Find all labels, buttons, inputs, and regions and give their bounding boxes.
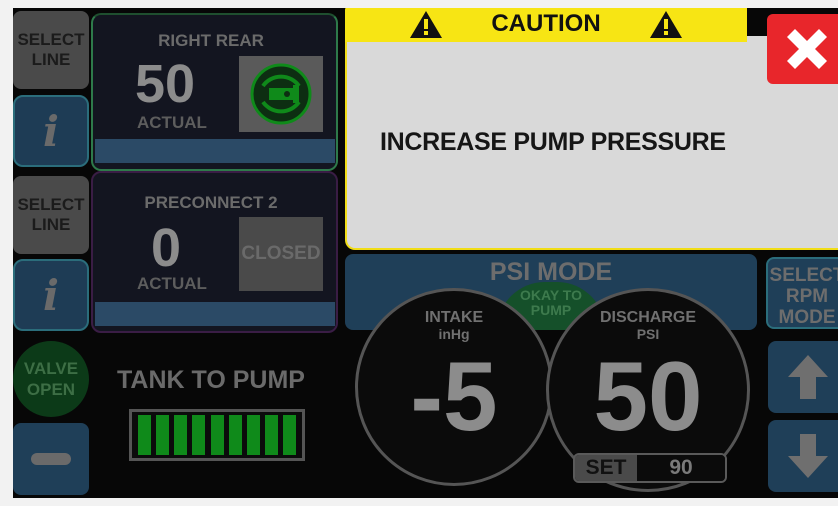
warning-icon — [649, 11, 682, 38]
tank-level-segment — [174, 415, 188, 455]
close-icon — [787, 29, 827, 69]
minus-button[interactable] — [13, 423, 89, 495]
line-flow-bar — [95, 302, 335, 326]
intake-gauge: INTAKE inHg -5 — [355, 288, 553, 486]
pump-screen: SELECT LINE i RIGHT REAR 50 ACTUAL SELEC… — [13, 8, 838, 498]
select-rpm-mode-button[interactable]: SELECT RPM MODE — [766, 257, 838, 329]
info-button-2[interactable]: i — [13, 259, 89, 331]
discharge-gauge: DISCHARGE PSI 50 SET 90 — [546, 288, 750, 492]
discharge-value: 50 — [593, 341, 703, 451]
caution-body: INCREASE PUMP PRESSURE — [345, 36, 838, 250]
caution-title: CAUTION — [491, 10, 601, 37]
arrow-down-icon — [788, 434, 828, 478]
intake-value: -5 — [410, 341, 498, 451]
caution-header: CAUTION — [345, 8, 747, 42]
tank-level-segment — [283, 415, 296, 455]
tank-title: TANK TO PUMP — [117, 366, 305, 394]
line-name: RIGHT REAR — [158, 31, 264, 50]
tank-level-segment — [210, 415, 224, 455]
arrow-up-icon — [788, 355, 828, 399]
set-value: 90 — [637, 455, 725, 481]
tank-level-segment — [264, 415, 278, 455]
valve-status: CLOSED — [239, 217, 323, 291]
decrease-button[interactable] — [768, 420, 838, 492]
caution-dialog: INCREASE PUMP PRESSURE CAUTION — [345, 8, 838, 250]
caution-message: INCREASE PUMP PRESSURE — [380, 128, 726, 156]
info-button-1[interactable]: i — [13, 95, 89, 167]
tank-level-segment — [192, 415, 206, 455]
line-actual-label: ACTUAL — [137, 274, 207, 293]
increase-button[interactable] — [768, 341, 838, 413]
warning-icon — [410, 11, 443, 38]
valve-open-button[interactable]: VALVE OPEN — [13, 341, 89, 417]
close-button[interactable] — [767, 14, 838, 84]
set-pressure[interactable]: SET 90 — [573, 453, 727, 483]
line-actual-value: 0 — [151, 218, 182, 278]
tank-level-segment — [228, 415, 242, 455]
line-flow-bar — [95, 139, 335, 163]
line-actual-label: ACTUAL — [137, 113, 207, 132]
set-label: SET — [575, 455, 637, 481]
tank-level-segment — [156, 415, 170, 455]
select-line-button-2[interactable]: SELECT LINE — [13, 176, 89, 254]
minus-icon — [31, 453, 71, 465]
select-line-button-1[interactable]: SELECT LINE — [13, 11, 89, 89]
discharge-label: DISCHARGE — [599, 309, 696, 326]
line-actual-value: 50 — [135, 54, 196, 114]
line-card-preconnect-2[interactable]: PRECONNECT 2 0 ACTUAL CLOSED — [91, 171, 338, 333]
intake-label: INTAKE — [424, 309, 484, 326]
nozzle-icon — [250, 63, 312, 125]
tank-level-segment — [246, 415, 260, 455]
line-card-right-rear[interactable]: RIGHT REAR 50 ACTUAL — [91, 13, 338, 171]
nozzle-status — [239, 56, 323, 132]
tank-level-gauge — [129, 409, 305, 461]
line-name: PRECONNECT 2 — [144, 193, 278, 212]
tank-level-segment — [138, 415, 151, 455]
